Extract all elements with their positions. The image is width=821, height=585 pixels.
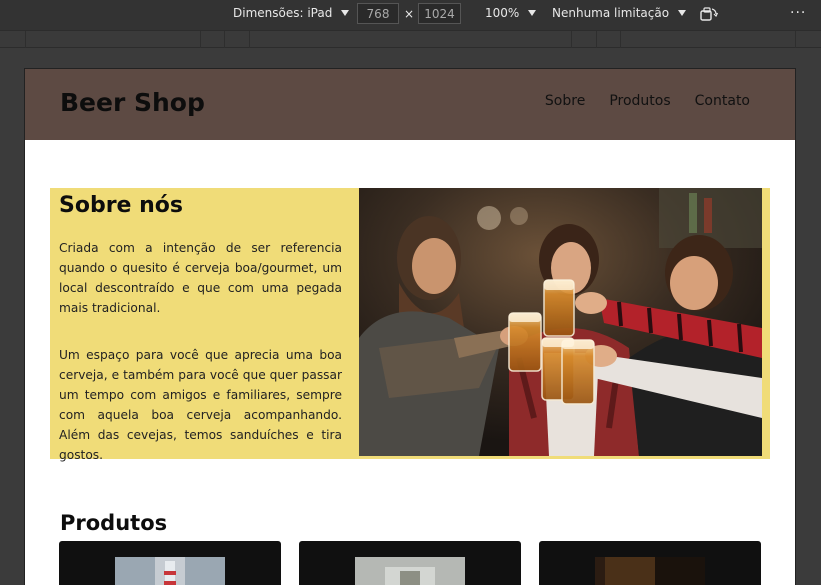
products-title: Produtos — [60, 511, 168, 535]
site-header: Beer Shop Sobre Produtos Contato — [25, 69, 795, 140]
about-text: Sobre nós Criada com a intenção de ser r… — [59, 193, 342, 492]
viewport-margin — [0, 48, 25, 585]
friends-toasting-beer-photo — [359, 188, 762, 456]
chevron-down-icon — [341, 10, 350, 16]
rotate-icon[interactable] — [700, 6, 718, 22]
dimensions-label: Dimensões: iPad — [233, 6, 333, 20]
dimensions-dropdown[interactable]: Dimensões: iPad — [233, 6, 350, 20]
nav-link-contato[interactable]: Contato — [695, 93, 750, 109]
about-paragraph: Um espaço para você que aprecia uma boa … — [59, 348, 342, 462]
about-paragraph: Criada com a intenção de ser referencia … — [59, 241, 342, 315]
product-card[interactable] — [299, 541, 521, 585]
page-viewport: Beer Shop Sobre Produtos Contato Sobre n… — [25, 69, 795, 585]
product-card[interactable] — [59, 541, 281, 585]
times-symbol: × — [404, 7, 415, 21]
beer-glass-photo — [355, 557, 465, 585]
zoom-dropdown[interactable]: 100% — [485, 6, 537, 20]
devtools-toolbar: Dimensões: iPad 768 × 1024 100% Nenhuma … — [0, 0, 821, 30]
chevron-down-icon — [528, 10, 537, 16]
nav-link-sobre[interactable]: Sobre — [545, 93, 585, 109]
viewport-margin — [25, 48, 795, 69]
viewport-margin — [795, 48, 821, 585]
zoom-label: 100% — [485, 6, 520, 20]
width-input[interactable]: 768 — [357, 3, 399, 24]
more-options-icon[interactable]: ··· — [790, 5, 806, 21]
main-nav: Sobre Produtos Contato — [545, 93, 750, 109]
throttle-label: Nenhuma limitação — [552, 6, 670, 20]
nav-link-produtos[interactable]: Produtos — [609, 93, 670, 109]
media-query-ruler — [0, 30, 821, 49]
chevron-down-icon — [678, 10, 687, 16]
throttle-dropdown[interactable]: Nenhuma limitação — [552, 6, 687, 20]
height-input[interactable]: 1024 — [418, 3, 461, 24]
brand-logo[interactable]: Beer Shop — [60, 88, 205, 117]
about-section: Sobre nós Criada com a intenção de ser r… — [50, 188, 770, 462]
dark-beer-photo — [595, 557, 705, 585]
product-card[interactable] — [539, 541, 761, 585]
beer-bottle-photo — [115, 557, 225, 585]
about-title: Sobre nós — [59, 193, 184, 218]
